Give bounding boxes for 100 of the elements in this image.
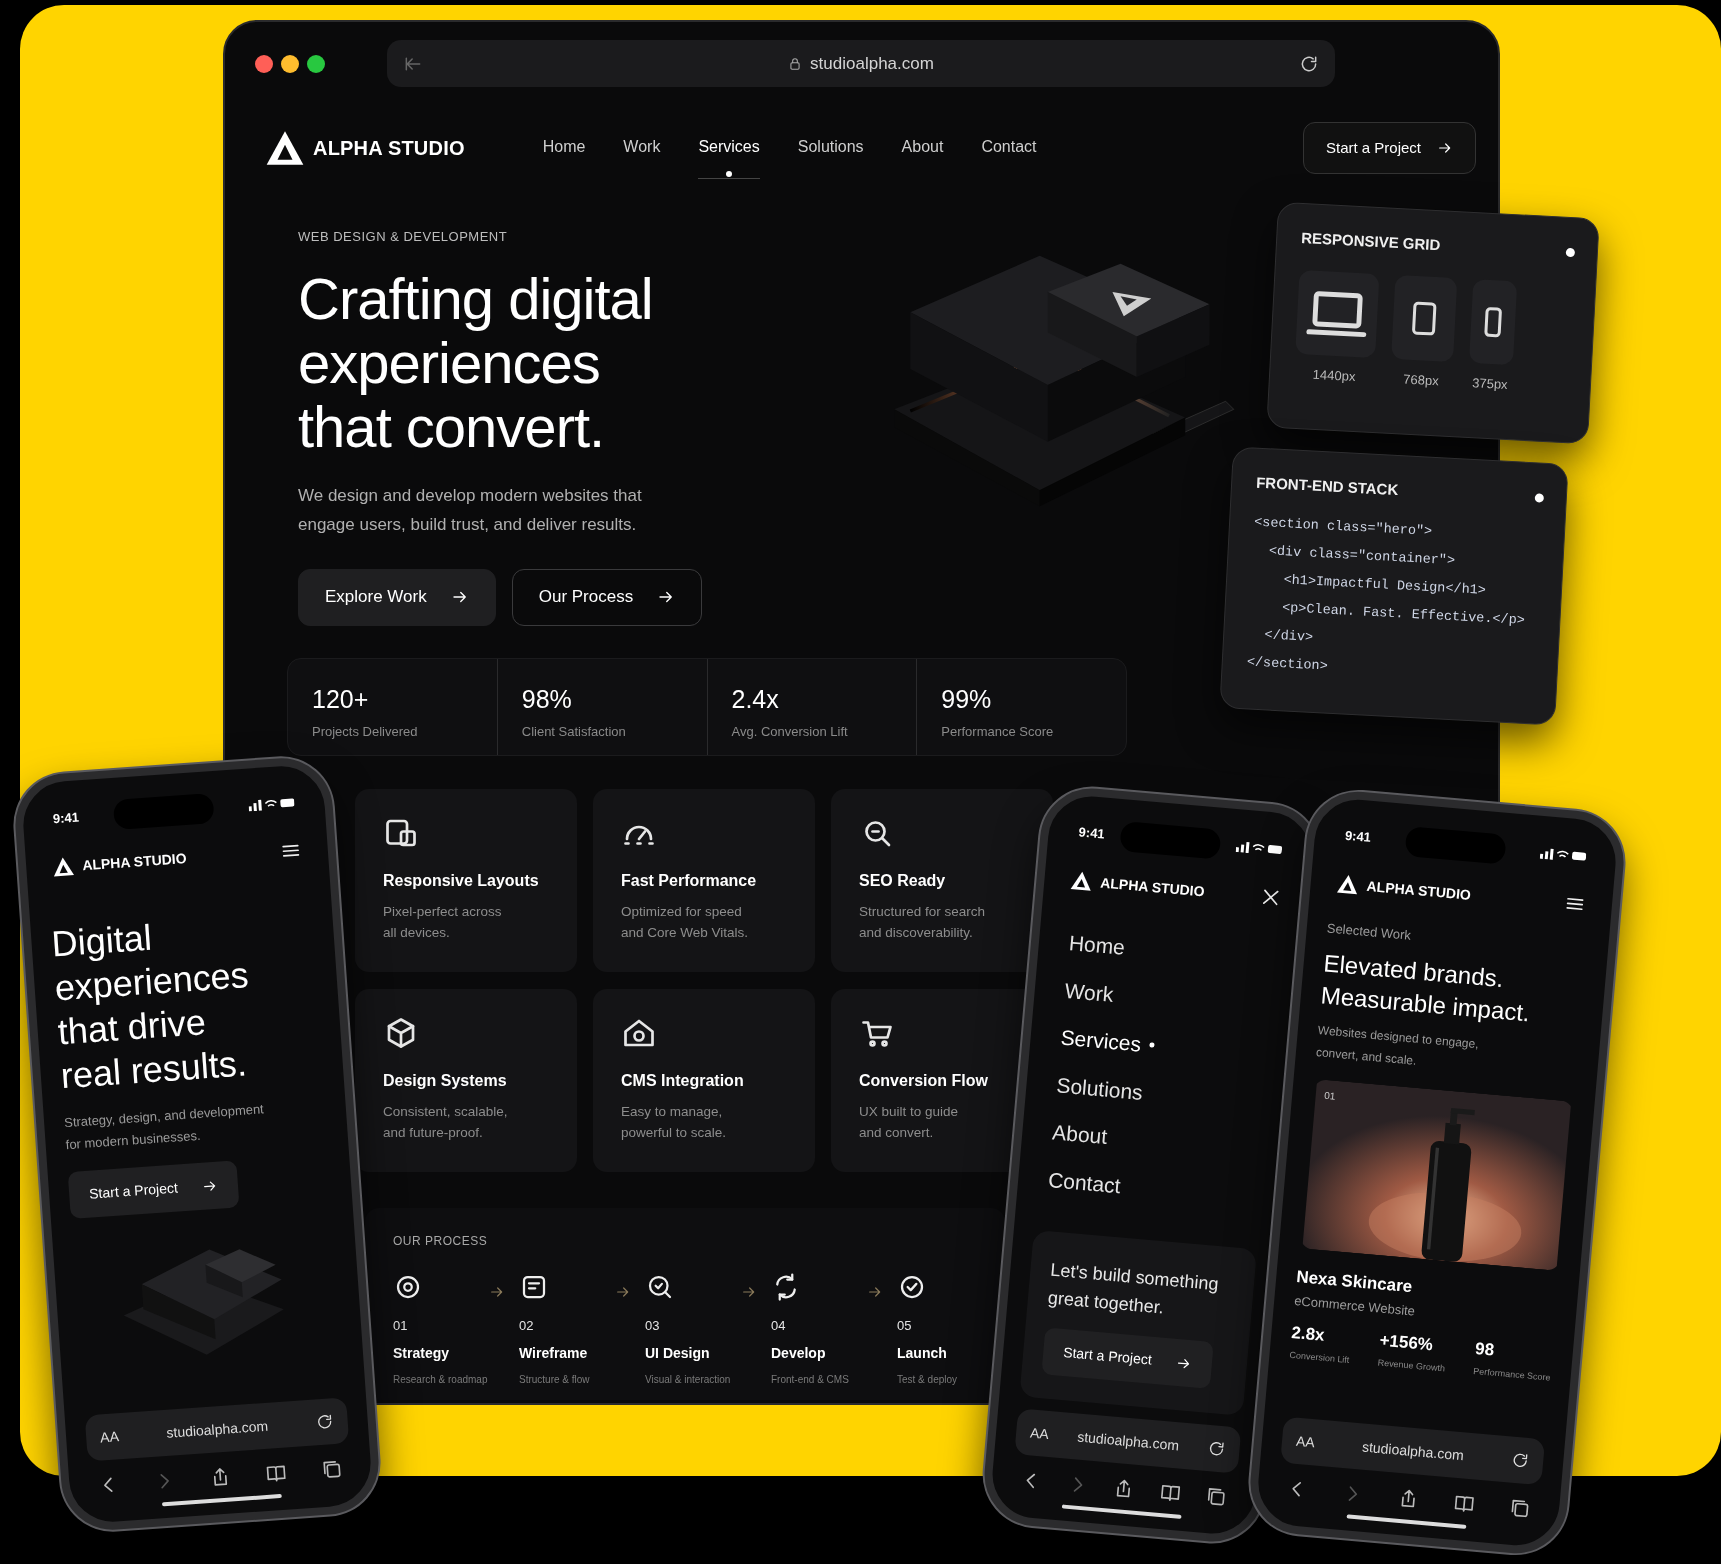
service-text: Structured for search and discoverability.	[859, 902, 987, 942]
step-title: Launch	[897, 1344, 948, 1363]
step-text: Front-end & CMS	[771, 1373, 850, 1387]
step-text: Visual & interaction	[645, 1373, 732, 1387]
stat-label: Client Satisfaction	[521, 723, 627, 741]
device-width-label: 768px	[1401, 370, 1441, 391]
device-width-label: 375px	[1470, 374, 1509, 394]
metric-value: 2.8x	[1290, 1321, 1327, 1347]
nav-link[interactable]: Work	[623, 131, 661, 179]
url-text: studioalpha.com	[810, 52, 934, 75]
nav-link[interactable]: About	[901, 131, 944, 179]
start-project-button[interactable]: Start a Project	[1302, 121, 1476, 175]
service-title: CMS Integration	[621, 1070, 745, 1091]
stat-label: Avg. Conversion Lift	[731, 723, 849, 741]
status-icons	[1235, 840, 1283, 857]
logo-icon	[1335, 872, 1360, 897]
step-number: 03	[645, 1316, 661, 1335]
code-line: <section class="hero">	[1253, 513, 1434, 541]
stat-value: 98%	[521, 683, 573, 715]
text-size-button[interactable]: AA	[1029, 1421, 1050, 1445]
step-title: Develop	[771, 1344, 827, 1363]
device-width-label: 1440px	[1311, 365, 1357, 386]
project-index: 01	[1323, 1088, 1337, 1104]
nav-link[interactable]: Contact	[981, 131, 1037, 179]
status-dot	[1534, 493, 1545, 503]
hero-text: Strategy, design, and development for modern businesses.	[63, 1100, 266, 1155]
service-text: Easy to manage, powerful to scale.	[621, 1102, 728, 1142]
step-text: Test & deploy	[897, 1373, 959, 1387]
code-line: <div class="container">	[1267, 542, 1457, 571]
arrow-icon	[1437, 140, 1453, 156]
text-size-button[interactable]: AA	[99, 1425, 120, 1448]
hero-button[interactable]: Explore Work	[298, 568, 496, 626]
hero-text: We design and develop modern websites that engage users, build trust, and deliver results.	[298, 484, 643, 536]
status-time: 9:41	[52, 808, 80, 829]
nav-link[interactable]: Services	[698, 131, 760, 179]
window-control-dot[interactable]	[307, 54, 325, 73]
cta-text: Let's build something great together.	[1046, 1258, 1221, 1320]
metric-value: +156%	[1378, 1329, 1435, 1356]
start-project-button[interactable]: Start a Project	[1041, 1327, 1214, 1389]
service-title: SEO Ready	[859, 870, 947, 891]
service-text: Pixel-perfect across all devices.	[383, 902, 503, 942]
brand-name: ALPHA STUDIO	[313, 136, 465, 161]
address-bar[interactable]: AA studioalpha.com	[1280, 1416, 1546, 1486]
url-text: studioalpha.com	[165, 1417, 269, 1441]
code-line: <p>Clean. Fast. Effective.</p>	[1280, 599, 1527, 629]
address-bar[interactable]: studioalpha.com	[387, 40, 1335, 87]
section-label: OUR PROCESS	[393, 1232, 489, 1250]
eyebrow-text: Selected Work	[1325, 919, 1413, 945]
code-line: <h1>Impactful Design</h1>	[1282, 571, 1488, 600]
window-control-dot[interactable]	[255, 54, 273, 73]
step-number: 05	[897, 1316, 913, 1335]
window-control-dot[interactable]	[281, 54, 299, 73]
code-line: </section>	[1246, 653, 1330, 676]
service-text: Optimized for speed and Core Web Vitals.	[621, 902, 750, 942]
url-text: studioalpha.com	[1361, 1438, 1465, 1463]
card-title: FRONT-END STACK	[1255, 472, 1399, 501]
service-title: Conversion Flow	[859, 1070, 989, 1091]
service-title: Design Systems	[383, 1070, 508, 1091]
step-text: Structure & flow	[519, 1373, 591, 1387]
status-dot	[1565, 247, 1576, 258]
nav-link[interactable]: Home	[542, 131, 586, 179]
step-number: 04	[771, 1316, 787, 1335]
card-title: RESPONSIVE GRID	[1300, 228, 1441, 256]
service-text: UX built to guide and convert.	[859, 1102, 960, 1142]
status-time: 9:41	[1077, 823, 1106, 844]
address-bar[interactable]: AA studioalpha.com	[84, 1397, 350, 1462]
stat-label: Projects Delivered	[312, 723, 419, 741]
service-text: Consistent, scalable, and future-proof.	[383, 1102, 509, 1142]
metric-label: Performance Score	[1472, 1364, 1552, 1385]
stat-value: 120+	[312, 683, 370, 715]
start-project-button[interactable]: Start a Project	[67, 1160, 240, 1219]
status-icons	[248, 796, 295, 812]
brand-name: ALPHA STUDIO	[1365, 876, 1472, 905]
code-line: </div>	[1263, 626, 1315, 647]
brand-name: ALPHA STUDIO	[1099, 872, 1206, 901]
step-title: Strategy	[393, 1344, 451, 1363]
stat-value: 99%	[941, 683, 993, 715]
metric-label: Conversion Lift	[1288, 1348, 1350, 1368]
eyebrow-text: WEB DESIGN & DEVELOPMENT	[298, 228, 509, 246]
hero-title: Crafting digital experiences that convert.	[298, 266, 654, 459]
nav-link[interactable]: Solutions	[797, 131, 864, 179]
service-title: Responsive Layouts	[383, 870, 540, 891]
text-size-button[interactable]: AA	[1295, 1430, 1316, 1453]
metric-label: Revenue Growth	[1377, 1356, 1446, 1376]
metric-value: 98	[1474, 1337, 1496, 1362]
step-number: 02	[519, 1316, 535, 1335]
lock-icon	[788, 56, 803, 71]
url-text: studioalpha.com	[1076, 1428, 1180, 1453]
stat-value: 2.4x	[731, 683, 780, 715]
step-text: Research & roadmap	[393, 1373, 489, 1387]
stat-label: Performance Score	[941, 723, 1055, 741]
hero-title: Digital experiences that drive real results.	[50, 915, 251, 1099]
service-title: Fast Performance	[621, 870, 758, 891]
brand-name: ALPHA STUDIO	[81, 848, 188, 875]
step-title: UI Design	[645, 1344, 711, 1363]
status-time: 9:41	[1344, 827, 1372, 848]
address-bar[interactable]: AA studioalpha.com	[1014, 1408, 1242, 1474]
step-number: 01	[393, 1316, 409, 1335]
step-title: Wireframe	[519, 1344, 589, 1363]
hero-button[interactable]: Our Process	[511, 568, 703, 626]
